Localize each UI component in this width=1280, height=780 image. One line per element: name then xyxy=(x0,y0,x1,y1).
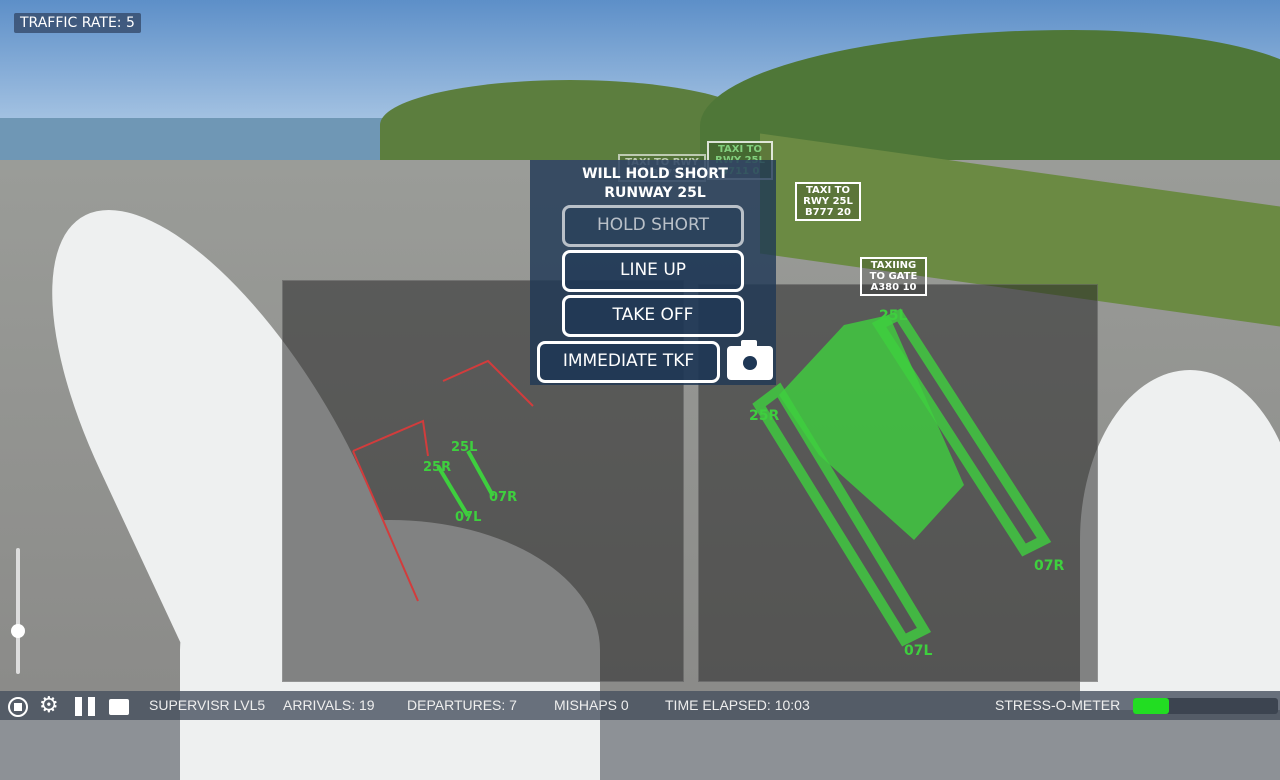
menu-title-line: RUNWAY 25L xyxy=(604,185,706,201)
traffic-rate: TRAFFIC RATE: 5 xyxy=(14,13,141,33)
stop-icon[interactable] xyxy=(8,697,28,717)
terminal-roof xyxy=(1080,370,1280,710)
stress-label: STRESS-O-METER xyxy=(995,697,1121,713)
menu-title: WILL HOLD SHORT RUNWAY 25L xyxy=(560,165,750,203)
zoom-slider-handle[interactable] xyxy=(11,624,25,638)
runway-label: 25L xyxy=(451,440,477,455)
stress-meter xyxy=(1133,698,1278,714)
zoom-slider[interactable] xyxy=(16,548,20,674)
runway-label: 25R xyxy=(749,408,779,424)
camera-icon[interactable] xyxy=(727,340,773,380)
gear-icon[interactable]: ⚙ xyxy=(39,693,59,718)
runway-label: 07L xyxy=(455,510,481,525)
take-off-button[interactable]: TAKE OFF xyxy=(562,295,744,337)
aircraft-tag[interactable]: TAXI TO RWY 25L B777 20 xyxy=(795,182,861,221)
taxi-route xyxy=(442,359,534,407)
departures-count: DEPARTURES: 7 xyxy=(407,697,517,713)
stop-icon-square xyxy=(14,703,22,711)
hold-short-button[interactable]: HOLD SHORT xyxy=(562,205,744,247)
runway-label: 25R xyxy=(423,460,451,475)
rank: SUPERVISR LVL5 xyxy=(149,697,266,713)
runway-label: 25L xyxy=(879,308,907,324)
camera-icon[interactable] xyxy=(109,699,129,715)
stress-meter-fill xyxy=(1133,698,1170,714)
runway-label: 07R xyxy=(489,490,517,505)
line-up-button[interactable]: LINE UP xyxy=(562,250,744,292)
runway-label: 07R xyxy=(1034,558,1064,574)
time-elapsed: TIME ELAPSED: 10:03 xyxy=(665,697,810,713)
aircraft-tag[interactable]: TAXIING TO GATE A380 10 xyxy=(860,257,927,296)
pause-icon[interactable] xyxy=(75,697,95,716)
immediate-takeoff-button[interactable]: IMMEDIATE TKF xyxy=(537,341,720,383)
arrivals-count: ARRIVALS: 19 xyxy=(283,697,375,713)
menu-title-line: WILL HOLD SHORT xyxy=(582,166,728,182)
taxi-route xyxy=(352,419,429,602)
mishaps-count: MISHAPS 0 xyxy=(554,697,629,713)
status-bar: SUPERVISR LVL5 ARRIVALS: 19 DEPARTURES: … xyxy=(0,691,1280,720)
runway-label: 07L xyxy=(904,643,932,659)
